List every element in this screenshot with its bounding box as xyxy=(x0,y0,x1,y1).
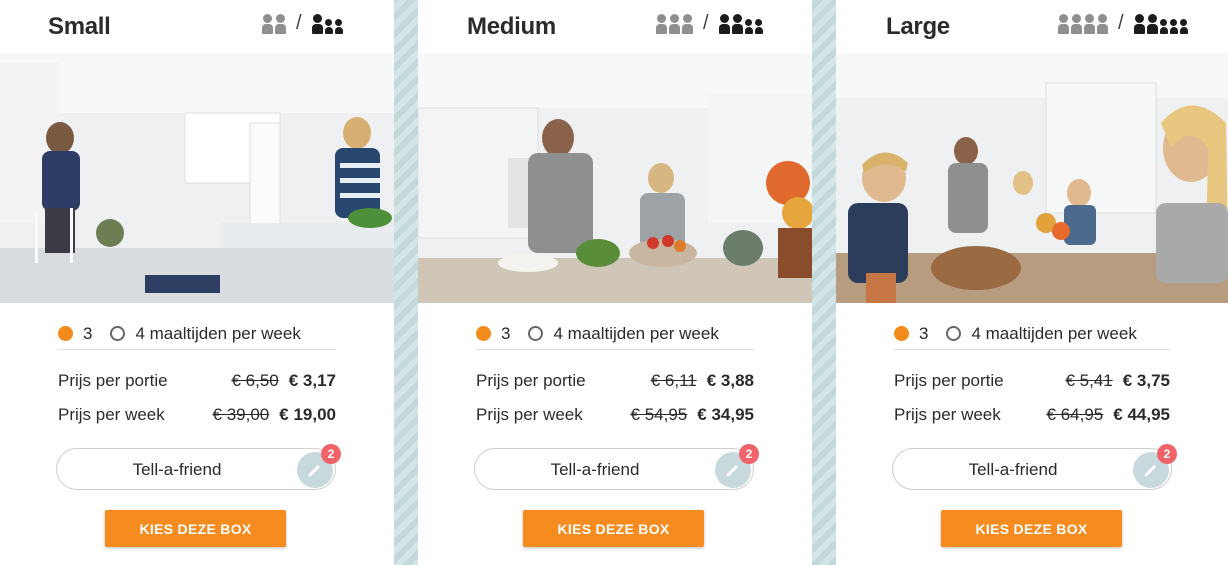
radio-selected-icon[interactable] xyxy=(894,326,909,341)
radio-unselected-icon[interactable] xyxy=(110,326,126,341)
notification-badge: 2 xyxy=(321,444,341,464)
people-outline-icon xyxy=(1058,13,1108,34)
new-price: € 19,00 xyxy=(279,405,336,424)
price-per-portion-label: Prijs per portie xyxy=(894,371,1004,390)
price-per-week-label: Prijs per week xyxy=(58,405,165,424)
meal-options: 3 4 maaltijden per week xyxy=(894,322,1170,350)
old-price: € 54,95 xyxy=(630,405,688,424)
radio-unselected-icon[interactable] xyxy=(946,326,962,341)
slash-divider: / xyxy=(1118,12,1124,34)
price-per-week-row: Prijs per week € 64,95 € 44,95 xyxy=(894,404,1170,426)
card-title: Small xyxy=(48,13,111,40)
size-icons: / xyxy=(262,12,343,35)
pencil-icon[interactable]: 2 xyxy=(715,444,759,488)
box-card-medium: Medium / 3 4 maaltijden per week Prijs p… xyxy=(418,0,812,565)
option-4-label: 4 maaltijden per week xyxy=(135,323,301,343)
tell-a-friend-button[interactable]: Tell-a-friend 2 xyxy=(474,444,759,490)
radio-selected-icon[interactable] xyxy=(58,326,73,341)
radio-selected-icon[interactable] xyxy=(476,326,491,341)
card-title: Medium xyxy=(467,13,556,40)
option-4-meals[interactable]: 4 maaltijden per week xyxy=(946,323,1137,344)
old-price: € 6,50 xyxy=(231,371,279,390)
new-price: € 34,95 xyxy=(697,405,754,424)
meal-options: 3 4 maaltijden per week xyxy=(58,322,336,350)
old-price: € 5,41 xyxy=(1065,371,1113,390)
pencil-icon[interactable]: 2 xyxy=(297,444,341,488)
card-header: Small / xyxy=(0,0,394,53)
option-3-meals[interactable]: 3 xyxy=(476,324,510,344)
pencil-icon[interactable]: 2 xyxy=(1133,444,1177,488)
choose-box-button[interactable]: KIES DEZE BOX xyxy=(941,510,1122,547)
choose-box-button[interactable]: KIES DEZE BOX xyxy=(523,510,704,547)
tell-a-friend-label: Tell-a-friend xyxy=(132,460,222,479)
card-title: Large xyxy=(886,13,950,40)
price-per-week-label: Prijs per week xyxy=(894,405,1001,424)
option-3-meals[interactable]: 3 xyxy=(58,324,92,344)
card-header: Large / xyxy=(836,0,1228,53)
price-per-week-row: Prijs per week € 54,95 € 34,95 xyxy=(476,404,754,426)
option-3-label: 3 xyxy=(501,323,511,343)
people-filled-icon xyxy=(311,13,343,34)
size-icons: / xyxy=(656,12,763,35)
price-per-portion-label: Prijs per portie xyxy=(476,371,586,390)
option-3-label: 3 xyxy=(919,323,929,343)
old-price: € 6,11 xyxy=(650,371,697,390)
kitchen-photo xyxy=(836,53,1228,303)
option-3-label: 3 xyxy=(83,323,93,343)
price-per-week-row: Prijs per week € 39,00 € 19,00 xyxy=(58,404,336,426)
option-4-meals[interactable]: 4 maaltijden per week xyxy=(110,323,301,344)
price-per-portion-row: Prijs per portie € 5,41 € 3,75 xyxy=(894,370,1170,392)
kitchen-photo xyxy=(418,53,812,303)
meal-options: 3 4 maaltijden per week xyxy=(476,322,754,350)
card-header: Medium / xyxy=(418,0,812,53)
size-icons: / xyxy=(1058,12,1188,35)
kitchen-photo xyxy=(0,53,394,303)
slash-divider: / xyxy=(703,12,709,34)
price-per-portion-row: Prijs per portie € 6,50 € 3,17 xyxy=(58,370,336,392)
option-4-label: 4 maaltijden per week xyxy=(553,323,719,343)
people-outline-icon xyxy=(656,13,693,34)
people-filled-icon xyxy=(718,13,763,34)
new-price: € 3,88 xyxy=(706,371,754,390)
old-price: € 64,95 xyxy=(1046,405,1104,424)
new-price: € 3,75 xyxy=(1122,371,1170,390)
new-price: € 3,17 xyxy=(288,371,336,390)
radio-unselected-icon[interactable] xyxy=(528,326,544,341)
new-price: € 44,95 xyxy=(1113,405,1170,424)
option-4-meals[interactable]: 4 maaltijden per week xyxy=(528,323,719,344)
notification-badge: 2 xyxy=(739,444,759,464)
choose-box-button[interactable]: KIES DEZE BOX xyxy=(105,510,286,547)
box-card-small: Small / 3 4 maaltijden per week Prijs pe… xyxy=(0,0,394,565)
people-outline-icon xyxy=(262,13,286,34)
old-price: € 39,00 xyxy=(212,405,270,424)
price-per-week-label: Prijs per week xyxy=(476,405,583,424)
price-per-portion-row: Prijs per portie € 6,11 € 3,88 xyxy=(476,370,754,392)
notification-badge: 2 xyxy=(1157,444,1177,464)
tell-a-friend-label: Tell-a-friend xyxy=(968,460,1058,479)
people-filled-icon xyxy=(1133,13,1188,34)
price-per-portion-label: Prijs per portie xyxy=(58,371,168,390)
box-card-large: Large / 3 4 maaltijden per week Prijs pe… xyxy=(836,0,1228,565)
option-4-label: 4 maaltijden per week xyxy=(971,323,1137,343)
slash-divider: / xyxy=(296,12,302,34)
tell-a-friend-label: Tell-a-friend xyxy=(550,460,640,479)
tell-a-friend-button[interactable]: Tell-a-friend 2 xyxy=(892,444,1177,490)
tell-a-friend-button[interactable]: Tell-a-friend 2 xyxy=(56,444,341,490)
option-3-meals[interactable]: 3 xyxy=(894,324,928,344)
